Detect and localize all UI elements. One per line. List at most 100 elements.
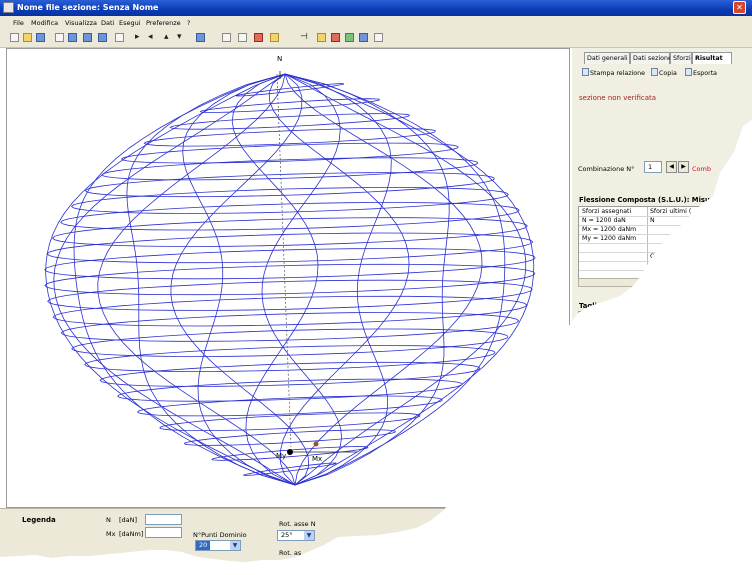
flex-result-n: N xyxy=(650,217,655,224)
mesh-ring xyxy=(84,345,496,372)
flex-row-my: My = 1200 daNm xyxy=(582,235,637,242)
mesh-meridian xyxy=(53,73,296,486)
shear-row-vz: Vz xyxy=(582,340,590,347)
mesh-ring xyxy=(99,361,481,387)
chart-icon[interactable] xyxy=(254,33,263,42)
mesh-meridian xyxy=(126,73,296,486)
mesh-meridian xyxy=(170,73,310,486)
first-icon[interactable]: ▸ xyxy=(135,32,140,42)
punti-dominio-select[interactable]: 20 ▼ xyxy=(195,540,241,551)
up-icon[interactable]: ▴ xyxy=(164,32,169,42)
mesh-meridian xyxy=(284,73,506,486)
axis-n-label: N xyxy=(277,55,282,63)
zoom-out-icon[interactable] xyxy=(83,33,92,42)
menu-modifica[interactable]: Modifica xyxy=(31,19,58,27)
legend-mx-unit: [daNm] xyxy=(119,530,144,538)
punti-dominio-label: N°Punti Dominio xyxy=(193,531,247,539)
menu-visualizza[interactable]: Visualizza xyxy=(65,19,97,27)
combination-input[interactable]: 1 xyxy=(644,161,662,173)
shear-row-taglio: TAGLI xyxy=(582,322,600,329)
print-icon[interactable] xyxy=(331,33,340,42)
legend-n-input[interactable] xyxy=(145,514,182,525)
menu-preferenze[interactable]: Preferenze xyxy=(146,19,181,27)
rotation-value: 25° xyxy=(281,531,293,539)
legend-title: Legenda xyxy=(22,516,56,524)
document-icon xyxy=(582,68,589,76)
prev-icon[interactable]: ◂ xyxy=(148,32,153,42)
paint-icon[interactable] xyxy=(270,33,279,42)
flex-row-n: N = 1200 daN xyxy=(582,217,626,224)
combination-prev-button[interactable]: ◀ xyxy=(666,161,677,173)
results-toolbar: Stampa relazione Copia Esporta xyxy=(572,66,752,80)
mesh-meridian xyxy=(73,73,296,486)
export-icon[interactable] xyxy=(345,33,354,42)
zoom-window-icon[interactable] xyxy=(98,33,107,42)
open-icon[interactable] xyxy=(23,33,32,42)
export-label: Esporta xyxy=(693,70,718,77)
print-report-label: Stampa relazione xyxy=(590,70,646,77)
mesh-ring xyxy=(84,172,495,198)
copy-icon[interactable] xyxy=(55,33,64,42)
tab-risultati[interactable]: Risultat xyxy=(692,52,732,64)
flex-results-table: Sforzi assegnati Sforzi ultimi ( N = 120… xyxy=(578,206,752,280)
down-icon[interactable]: ▾ xyxy=(177,32,182,42)
flex-col2-header: Sforzi ultimi ( xyxy=(650,208,692,215)
settings-icon[interactable] xyxy=(359,33,368,42)
mesh-meridian xyxy=(45,73,296,486)
flex-col1-header: Sforzi assegnati xyxy=(582,208,632,215)
table-icon[interactable] xyxy=(222,33,231,42)
mesh-ring xyxy=(70,187,509,214)
combination-note: Comb xyxy=(692,165,711,173)
legend-mx-input[interactable] xyxy=(145,527,182,538)
help-icon[interactable] xyxy=(196,33,205,42)
rotation-select[interactable]: 25° ▼ xyxy=(277,530,315,541)
rotation-label: Rot. asse N xyxy=(279,520,316,528)
legend-panel: Legenda N [daN] Mx [daNm] N°Punti Domini… xyxy=(0,508,752,562)
flex-table-scrollbar[interactable] xyxy=(578,278,752,287)
shear-results-table: Sforz TAGLI Vy Vz xyxy=(578,311,752,351)
menu-bar: File Modifica Visualizza Dati Esegui Pre… xyxy=(0,16,752,29)
tab-sforzi[interactable]: Sforzi xyxy=(670,52,692,64)
tool-icon[interactable] xyxy=(374,33,383,42)
copy-button[interactable]: Copia xyxy=(651,68,677,79)
new-icon[interactable] xyxy=(10,33,19,42)
legend-n-unit: [daN] xyxy=(119,516,138,524)
close-icon[interactable]: ✕ xyxy=(733,1,746,14)
tab-dati-generali[interactable]: Dati generali xyxy=(584,52,630,64)
menu-file[interactable]: File xyxy=(13,19,24,27)
report-icon[interactable] xyxy=(317,33,326,42)
save-icon[interactable] xyxy=(36,33,45,42)
menu-esegui[interactable]: Esegui xyxy=(119,19,141,27)
copy-small-icon xyxy=(651,68,658,76)
drawing-canvas[interactable]: N My Mx xyxy=(6,48,570,508)
menu-dati[interactable]: Dati xyxy=(101,19,114,27)
chevron-down-icon: ▼ xyxy=(304,531,314,540)
shear-row-vy: Vy xyxy=(582,331,590,338)
mesh-ring xyxy=(44,263,536,296)
export-button[interactable]: Esporta xyxy=(685,68,717,79)
chevron-down-icon: ▼ xyxy=(230,541,240,550)
window-title: Nome file sezione: Senza Nome xyxy=(17,3,159,12)
combination-next-button[interactable]: ▶ xyxy=(678,161,689,173)
title-bar: Nome file sezione: Senza Nome ✕ xyxy=(0,0,752,16)
menu-help[interactable]: ? xyxy=(187,19,190,27)
mesh-meridian xyxy=(97,73,296,486)
flex-result-curv: Curv xyxy=(650,262,665,269)
grid-icon[interactable] xyxy=(238,33,247,42)
zoom-in-icon[interactable] xyxy=(68,33,77,42)
mesh-meridian xyxy=(231,73,319,486)
axis-my-label: My xyxy=(276,452,286,460)
punti-dominio-value: 20 xyxy=(196,541,211,550)
mesh-ring xyxy=(46,232,534,264)
tab-dati-sezione[interactable]: Dati sezione xyxy=(630,52,672,64)
flex-row-mx: Mx = 1200 daNm xyxy=(582,226,637,233)
shear-section-title: Taglio (S.L. xyxy=(579,302,622,310)
app-icon xyxy=(3,2,14,13)
separator-icon: ⊣ xyxy=(300,32,308,42)
print-report-button[interactable]: Stampa relazione xyxy=(582,68,645,79)
results-panel: Dati generali Dati sezione Sforzi Risult… xyxy=(572,48,752,508)
rotation2-label: Rot. as xyxy=(279,549,302,557)
rotate-icon[interactable] xyxy=(115,33,124,42)
toolbar: ▸ ◂ ▴ ▾ ⊣ xyxy=(0,29,752,48)
axis-mx-label: Mx xyxy=(312,455,322,463)
